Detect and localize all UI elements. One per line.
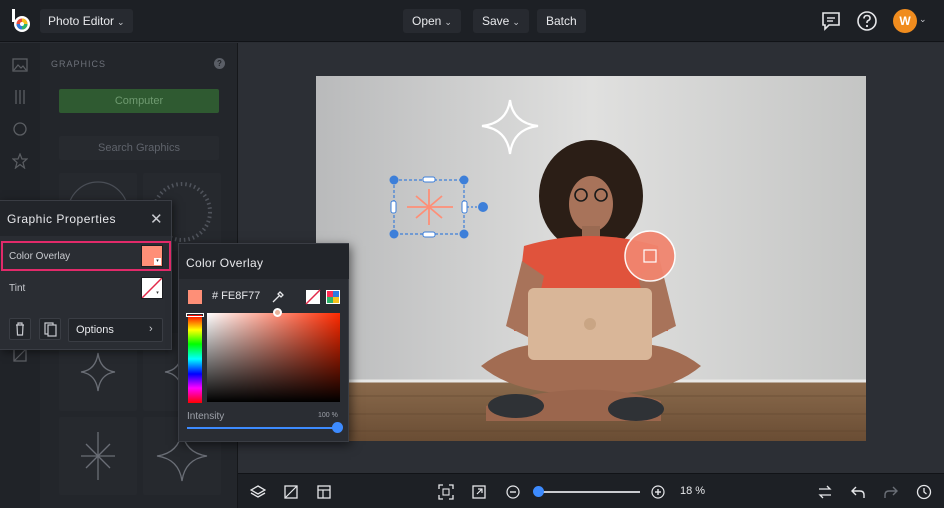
- chevron-down-icon: ⌄: [117, 17, 125, 27]
- chevron-down-icon: ⌄: [512, 17, 520, 27]
- user-avatar[interactable]: W: [893, 9, 917, 33]
- intensity-value: 100 %: [318, 412, 338, 419]
- flip-icon[interactable]: [817, 484, 833, 500]
- avatar-initial: W: [899, 14, 911, 28]
- photo-image: [316, 76, 866, 441]
- effects-icon[interactable]: [12, 121, 28, 137]
- image-icon[interactable]: [12, 57, 28, 73]
- hex-input[interactable]: # FE8F77: [212, 290, 260, 302]
- color-palette-icon[interactable]: [325, 289, 341, 305]
- tint-swatch[interactable]: ▾: [141, 277, 163, 299]
- resize-handle[interactable]: [459, 229, 469, 239]
- open-button[interactable]: Open ⌄: [403, 9, 461, 33]
- zoom-in-icon[interactable]: [650, 484, 666, 500]
- graphic-properties-panel: Graphic Properties ✕ Color Overlay ▾ Tin…: [0, 200, 172, 350]
- undo-icon[interactable]: [850, 484, 866, 500]
- chevron-down-icon[interactable]: ⌄: [919, 14, 927, 25]
- intensity-slider-track[interactable]: [187, 427, 337, 429]
- app-logo-icon[interactable]: [9, 8, 33, 34]
- delete-button[interactable]: [9, 318, 31, 340]
- chevron-down-icon: ▾: [154, 290, 161, 297]
- resize-handle[interactable]: [422, 231, 436, 238]
- resize-handle[interactable]: [390, 200, 397, 214]
- current-color-swatch: [188, 290, 202, 304]
- asterisk-icon: [81, 432, 115, 480]
- graphic-properties-title: Graphic Properties: [7, 212, 117, 226]
- color-overlay-header: Color Overlay: [179, 244, 349, 279]
- graphic-tile-asterisk[interactable]: [59, 417, 137, 495]
- photo-editor-label: Photo Editor: [48, 14, 115, 28]
- panel-title: GRAPHICS: [51, 59, 107, 69]
- save-button[interactable]: Save ⌄: [473, 9, 529, 33]
- chevron-right-icon: ›: [149, 323, 153, 335]
- star-icon[interactable]: [12, 153, 28, 169]
- circle-square-graphic[interactable]: [622, 228, 678, 284]
- color-overlay-swatch[interactable]: ▾: [141, 245, 163, 267]
- open-label: Open: [412, 14, 442, 28]
- saturation-brightness-picker[interactable]: [207, 313, 340, 402]
- resize-handle[interactable]: [389, 229, 399, 239]
- selected-graphic[interactable]: [383, 170, 493, 244]
- photo-canvas[interactable]: [316, 76, 866, 441]
- close-icon[interactable]: ✕: [150, 210, 163, 228]
- intensity-slider-thumb[interactable]: [332, 422, 343, 433]
- bottom-toolbar: 18 %: [238, 473, 944, 508]
- intensity-label: Intensity: [187, 411, 225, 422]
- options-button[interactable]: Options ›: [68, 318, 163, 342]
- resize-handle[interactable]: [422, 176, 436, 183]
- color-overlay-row[interactable]: Color Overlay ▾: [1, 241, 171, 271]
- save-label: Save: [482, 14, 510, 28]
- top-bar: Photo Editor ⌄ Open ⌄ Save ⌄ Batch W ⌄: [0, 0, 944, 42]
- search-graphics-button[interactable]: Search Graphics: [59, 136, 219, 160]
- color-overlay-popup: Color Overlay # FE8F77 Intensity 100 %: [178, 243, 349, 442]
- photo-editor-menu[interactable]: Photo Editor ⌄: [40, 9, 133, 33]
- color-overlay-label: Color Overlay: [9, 251, 71, 262]
- resize-handle[interactable]: [461, 200, 468, 214]
- zoom-slider-track[interactable]: [538, 491, 640, 493]
- chevron-down-icon: ▾: [154, 258, 161, 265]
- tint-label: Tint: [9, 283, 26, 294]
- hue-slider[interactable]: [188, 315, 202, 403]
- zoom-slider-thumb[interactable]: [533, 486, 544, 497]
- rotate-handle[interactable]: [478, 202, 488, 212]
- duplicate-button[interactable]: [39, 318, 61, 340]
- hue-slider-handle[interactable]: [186, 313, 204, 317]
- redo-icon[interactable]: [883, 484, 899, 500]
- chevron-down-icon: ⌄: [444, 17, 452, 27]
- help-icon[interactable]: [856, 10, 878, 32]
- template-icon[interactable]: [316, 484, 332, 500]
- layers-icon[interactable]: [250, 484, 266, 500]
- no-color-icon[interactable]: [305, 289, 321, 305]
- options-label: Options: [76, 324, 114, 336]
- duplicate-icon: [44, 322, 57, 337]
- fit-screen-icon[interactable]: [438, 484, 454, 500]
- history-icon[interactable]: [916, 484, 932, 500]
- actual-size-icon[interactable]: [471, 484, 487, 500]
- batch-button[interactable]: Batch: [537, 9, 586, 33]
- computer-button[interactable]: Computer: [59, 89, 219, 113]
- resize-handle[interactable]: [389, 175, 399, 185]
- color-overlay-title: Color Overlay: [186, 256, 264, 270]
- crop-canvas-icon[interactable]: [283, 484, 299, 500]
- zoom-out-icon[interactable]: [505, 484, 521, 500]
- graphic-properties-header: Graphic Properties ✕: [0, 201, 171, 236]
- batch-label: Batch: [546, 14, 577, 28]
- zoom-level: 18 %: [680, 485, 706, 497]
- adjust-icon[interactable]: [12, 89, 28, 105]
- eyedropper-icon[interactable]: [270, 289, 286, 305]
- resize-handle[interactable]: [459, 175, 469, 185]
- trash-icon: [16, 322, 24, 336]
- chat-icon[interactable]: [820, 10, 842, 32]
- color-picker-handle[interactable]: [273, 308, 282, 317]
- help-icon[interactable]: ?: [214, 58, 225, 69]
